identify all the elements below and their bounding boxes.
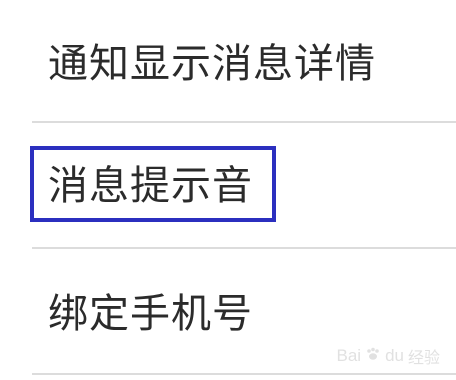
watermark: Bai du 经验 [336, 344, 440, 368]
divider [32, 373, 456, 375]
watermark-sub: 经验 [407, 348, 440, 367]
settings-item-label: 通知显示消息详情 [48, 41, 376, 87]
settings-screen: 通知显示消息详情 消息提示音 绑定手机号 Bai du 经验 [0, 0, 456, 380]
settings-item-notification-details[interactable]: 通知显示消息详情 [0, 32, 456, 96]
paw-icon [365, 346, 381, 366]
settings-item-label: 绑定手机号 [48, 291, 253, 337]
settings-item-bind-phone[interactable]: 绑定手机号 [0, 282, 456, 346]
divider [32, 247, 456, 249]
watermark-brand-end: du [385, 346, 404, 365]
highlight-box [30, 146, 276, 222]
divider [32, 121, 456, 123]
watermark-brand: Bai [336, 346, 362, 365]
